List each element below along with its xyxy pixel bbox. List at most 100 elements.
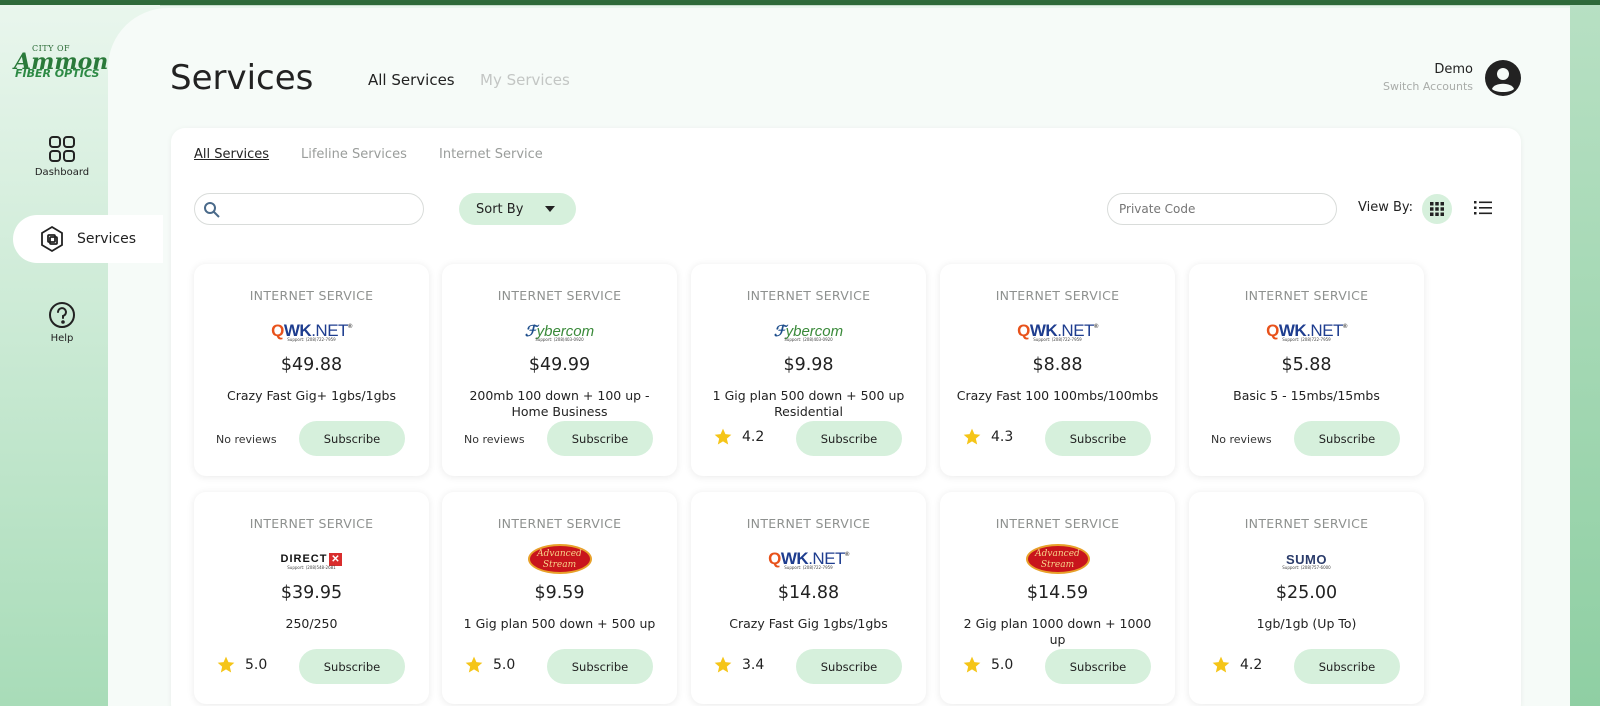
card-description: 1gb/1gb (Up To) — [1256, 616, 1357, 631]
card-price: $5.88 — [1281, 355, 1332, 375]
star-icon — [714, 656, 732, 673]
service-card[interactable]: INTERNET SERVICE Advanced Stream $9.59 1 … — [442, 492, 677, 704]
card-price: $14.59 — [1026, 583, 1089, 603]
card-category: INTERNET SERVICE — [497, 288, 622, 303]
tab-my-services[interactable]: My Services — [480, 71, 570, 89]
provider-logo-direct: DIRECT ✕ Support: (208)548-2681 — [280, 552, 343, 570]
caret-down-icon — [545, 206, 556, 212]
card-price: $9.59 — [534, 583, 585, 603]
subscribe-button[interactable]: Subscribe — [299, 421, 405, 456]
service-card[interactable]: INTERNET SERVICE QWK.NET® Support: (208)… — [194, 264, 429, 476]
subscribe-button[interactable]: Subscribe — [1294, 421, 1400, 456]
card-description: 1 Gig plan 500 down + 500 up — [463, 616, 656, 631]
help-icon — [49, 302, 75, 328]
sidebar-item-label: Services — [77, 231, 137, 247]
card-category: INTERNET SERVICE — [1244, 516, 1369, 531]
star-icon — [465, 656, 483, 673]
card-price: $8.88 — [1032, 355, 1083, 375]
rating-value: 4.2 — [1240, 657, 1263, 673]
rating-value: 5.0 — [245, 657, 268, 673]
subtab-lifeline-services[interactable]: Lifeline Services — [301, 147, 407, 162]
sidebar-item-label: Dashboard — [34, 167, 90, 178]
card-rating: 5.0 — [216, 655, 267, 675]
subscribe-button[interactable]: Subscribe — [547, 421, 653, 456]
list-view-icon[interactable] — [1474, 201, 1492, 215]
no-reviews-label: No reviews — [464, 433, 525, 446]
rating-value: 5.0 — [493, 657, 516, 673]
card-price: $14.88 — [777, 583, 840, 603]
subscribe-button[interactable]: Subscribe — [1294, 649, 1400, 684]
service-card[interactable]: INTERNET SERVICE QWK.NET® Support: (208)… — [940, 264, 1175, 476]
card-rating: 3.4 — [713, 655, 764, 675]
right-edge-decoration — [1570, 5, 1600, 706]
provider-logo-advanced-stream: Advanced Stream — [442, 544, 677, 574]
subtab-internet-service[interactable]: Internet Service — [439, 147, 543, 162]
star-icon — [963, 656, 981, 673]
card-category: INTERNET SERVICE — [249, 288, 374, 303]
user-avatar-icon[interactable] — [1485, 60, 1521, 96]
subscribe-button[interactable]: Subscribe — [299, 649, 405, 684]
card-category: INTERNET SERVICE — [746, 516, 871, 531]
ammon-fiber-logo[interactable]: CITY OF Ammon FIBER OPTICS — [12, 44, 108, 84]
switch-accounts-link[interactable]: Switch Accounts — [1383, 80, 1473, 93]
card-description: 200mb 100 down + 100 up - Home Business — [469, 388, 650, 419]
subscribe-button[interactable]: Subscribe — [1045, 421, 1151, 456]
page-title: Services — [170, 58, 314, 98]
service-card[interactable]: INTERNET SERVICE QWK.NET® Support: (208)… — [691, 492, 926, 704]
view-by-label: View By: — [1358, 200, 1414, 215]
provider-logo-fybercom: ℱybercom Support: (208)403-0920 — [524, 323, 595, 342]
service-card[interactable]: INTERNET SERVICE QWK.NET® Support: (208)… — [1189, 264, 1424, 476]
grid-view-button[interactable] — [1422, 194, 1452, 224]
rating-value: 4.3 — [991, 429, 1014, 445]
rating-value: 5.0 — [991, 657, 1014, 673]
tab-all-services[interactable]: All Services — [368, 71, 455, 89]
sort-by-dropdown[interactable]: Sort By — [459, 193, 576, 225]
grid-icon — [49, 136, 75, 162]
service-card[interactable]: INTERNET SERVICE SUMO Support: (208)757-… — [1189, 492, 1424, 704]
sidebar-item-dashboard[interactable]: Dashboard — [22, 134, 102, 178]
private-code-input[interactable] — [1107, 193, 1337, 225]
star-icon — [714, 428, 732, 445]
card-description: 2 Gig plan 1000 down + 1000 up — [963, 616, 1152, 647]
service-card[interactable]: INTERNET SERVICE ℱybercom Support: (208)… — [691, 264, 926, 476]
card-price: $49.99 — [528, 355, 591, 375]
card-description: Crazy Fast Gig 1gbs/1gbs — [729, 616, 888, 631]
subscribe-button[interactable]: Subscribe — [547, 649, 653, 684]
card-rating: 5.0 — [464, 655, 515, 675]
card-rating: 4.2 — [1211, 655, 1262, 675]
subscribe-button[interactable]: Subscribe — [796, 421, 902, 456]
logo-text-fiber-optics: FIBER OPTICS — [15, 67, 100, 80]
card-category: INTERNET SERVICE — [995, 288, 1120, 303]
star-icon — [1212, 656, 1230, 673]
subtab-all-services[interactable]: All Services — [194, 147, 269, 162]
card-price: $39.95 — [280, 583, 343, 603]
card-rating: 4.2 — [713, 427, 764, 447]
services-icon — [41, 225, 63, 253]
card-category: INTERNET SERVICE — [995, 516, 1120, 531]
subscribe-button[interactable]: Subscribe — [796, 649, 902, 684]
subscribe-button[interactable]: Subscribe — [1045, 649, 1151, 684]
star-icon — [217, 656, 235, 673]
sidebar-item-help[interactable]: Help — [22, 300, 102, 344]
card-category: INTERNET SERVICE — [746, 288, 871, 303]
provider-logo-qwknet: QWK.NET® Support: (208)722-7959 — [1266, 321, 1347, 342]
card-rating: 4.3 — [962, 427, 1013, 447]
card-description: Crazy Fast Gig+ 1gbs/1gbs — [227, 388, 396, 403]
card-category: INTERNET SERVICE — [497, 516, 622, 531]
service-card[interactable]: INTERNET SERVICE ℱybercom Support: (208)… — [442, 264, 677, 476]
card-description: Basic 5 - 15mbs/15mbs — [1233, 388, 1380, 403]
service-card[interactable]: INTERNET SERVICE Advanced Stream $14.59 2… — [940, 492, 1175, 704]
sidebar-item-label: Help — [50, 333, 74, 344]
card-description: 250/250 — [285, 616, 338, 631]
rating-value: 3.4 — [742, 657, 765, 673]
service-card[interactable]: INTERNET SERVICE DIRECT ✕ Support: (208)5… — [194, 492, 429, 704]
provider-logo-fybercom: ℱybercom Support: (208)403-0920 — [773, 323, 844, 342]
rating-value: 4.2 — [742, 429, 765, 445]
sidebar-item-services[interactable]: Services — [13, 215, 163, 263]
card-price: $25.00 — [1275, 583, 1338, 603]
user-name: Demo — [1434, 62, 1473, 77]
provider-logo-qwknet: QWK.NET® Support: (208)722-7959 — [768, 549, 849, 570]
search-input[interactable] — [194, 193, 424, 225]
no-reviews-label: No reviews — [1211, 433, 1272, 446]
card-category: INTERNET SERVICE — [249, 516, 374, 531]
